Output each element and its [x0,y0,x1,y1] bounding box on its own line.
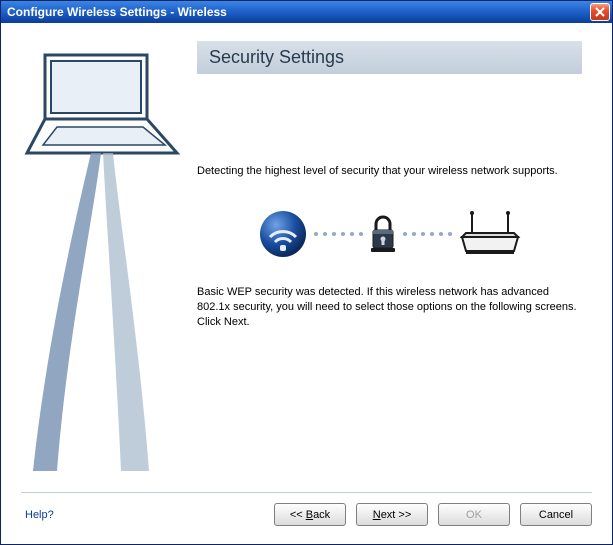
close-button[interactable] [590,3,610,21]
close-icon [595,7,605,17]
router-icon [458,211,522,257]
detecting-text: Detecting the highest level of security … [197,164,582,179]
titlebar: Configure Wireless Settings - Wireless [1,1,612,23]
footer-bar: Help? << Back Next >> OK Cancel [1,493,612,544]
result-text: Basic WEP security was detected. If this… [197,285,582,330]
window-title: Configure Wireless Settings - Wireless [7,5,590,19]
cancel-button[interactable]: Cancel [520,503,592,526]
section-title: Security Settings [197,41,582,74]
wizard-window: Configure Wireless Settings - Wireless [0,0,613,545]
content-area: Security Settings Detecting the highest … [1,23,612,492]
laptop-signal-icon [21,41,191,481]
wireless-signal-icon [258,209,308,259]
back-button[interactable]: << Back [274,503,346,526]
ok-button[interactable]: OK [438,503,510,526]
diagram-dots-right [403,232,452,236]
detection-diagram [197,209,582,259]
main-pane: Security Settings Detecting the highest … [191,41,592,484]
wizard-illustration [21,41,191,484]
next-button[interactable]: Next >> [356,503,428,526]
diagram-dots-left [314,232,363,236]
padlock-icon [369,214,397,254]
help-link[interactable]: Help? [25,509,54,521]
